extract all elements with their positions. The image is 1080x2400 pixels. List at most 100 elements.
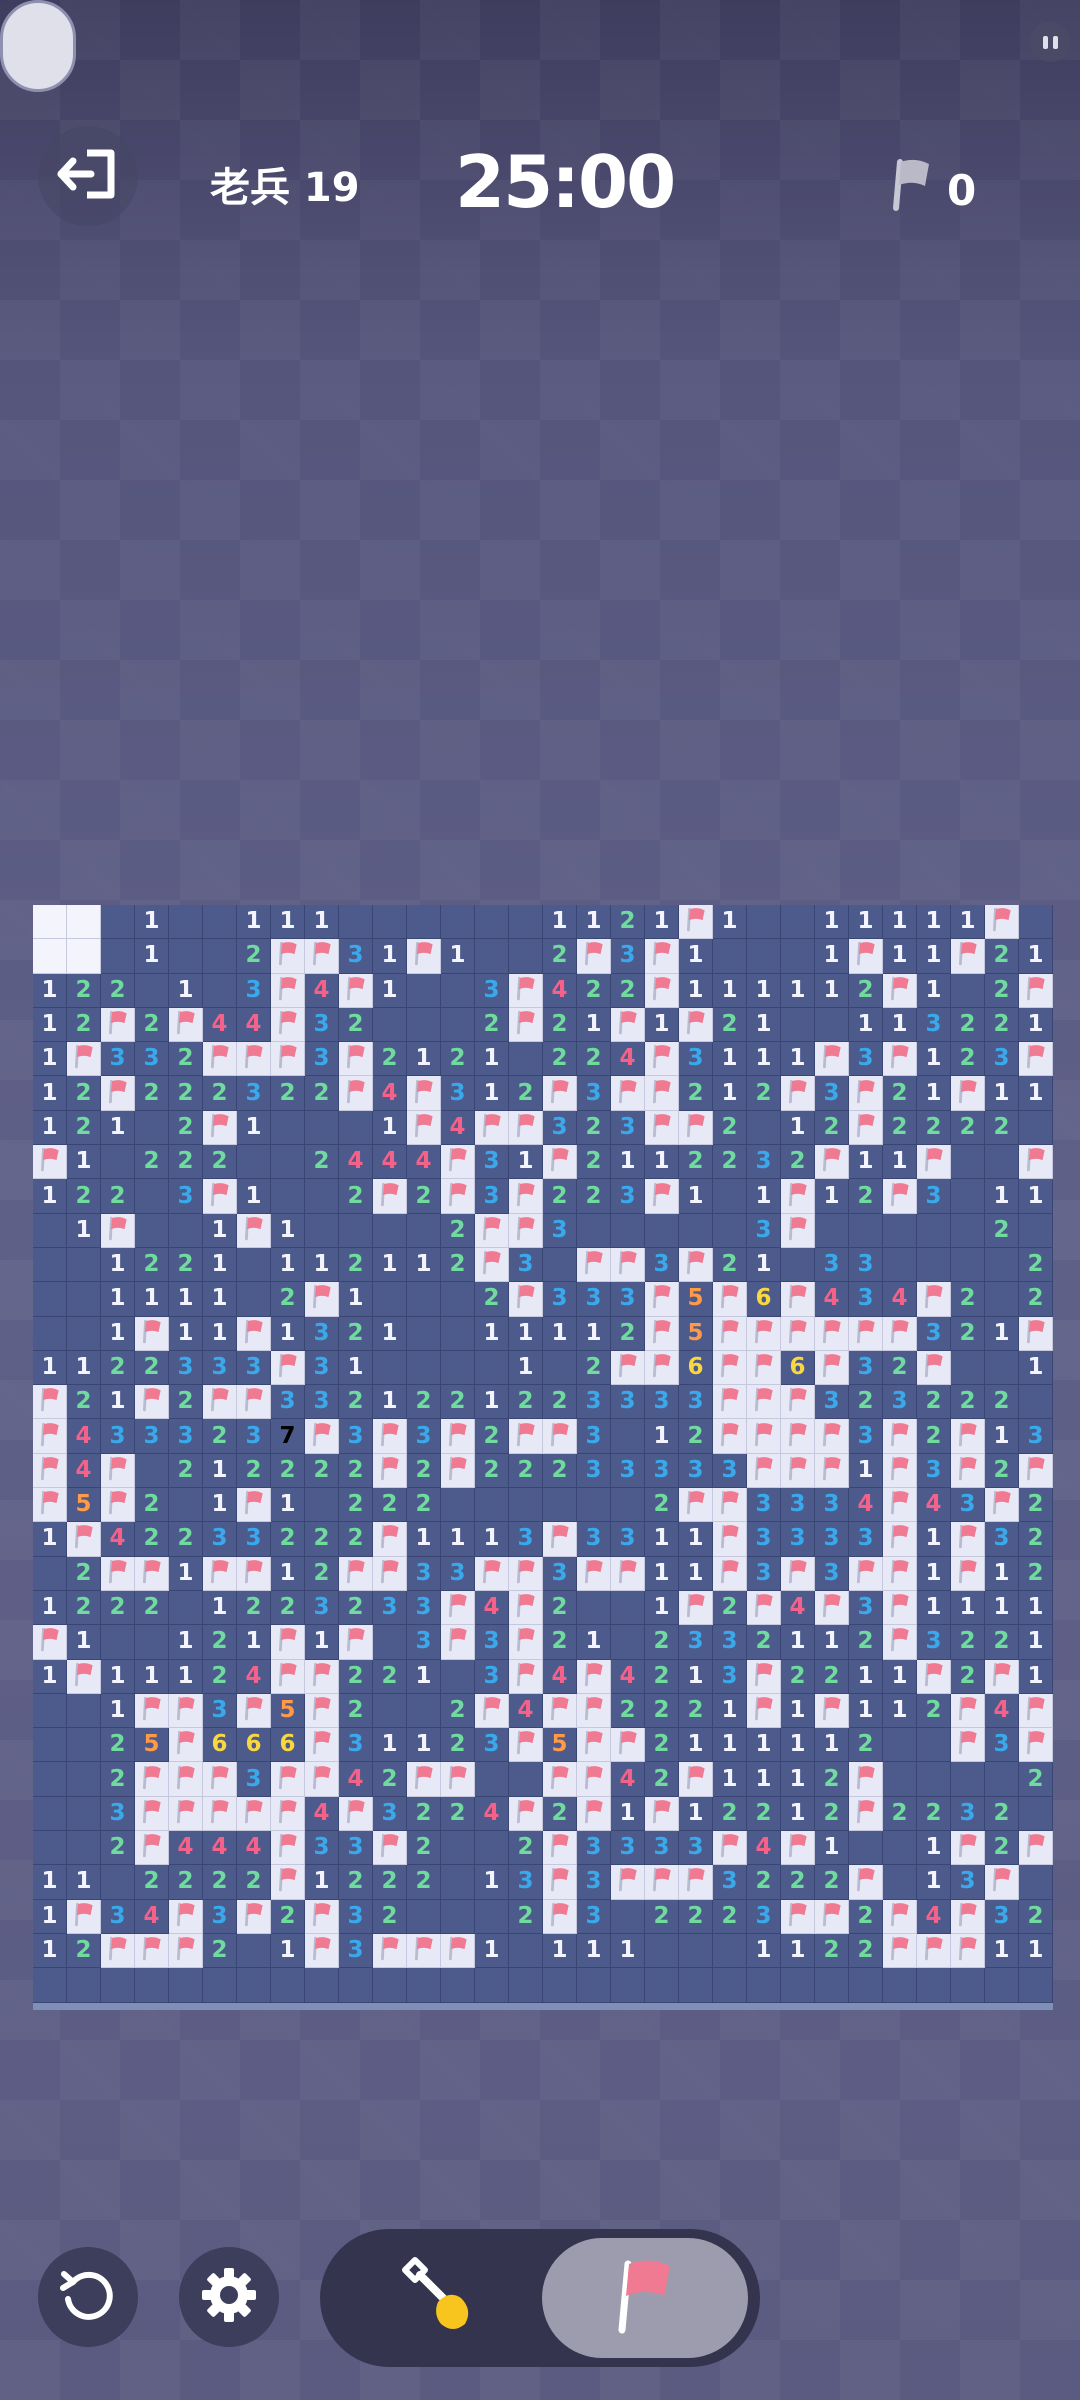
cell-number[interactable]: 3	[441, 1556, 475, 1591]
cell-covered[interactable]	[101, 1145, 135, 1180]
cell-number[interactable]: 3	[611, 1385, 645, 1420]
cell-covered[interactable]	[985, 1762, 1019, 1797]
cell-covered[interactable]	[33, 1247, 67, 1283]
cell-flagged[interactable]	[509, 1110, 543, 1146]
cell-number[interactable]: 2	[849, 973, 883, 1008]
cell-flagged[interactable]	[135, 1796, 169, 1832]
cell-number[interactable]: 3	[747, 1213, 781, 1248]
cell-number[interactable]: 2	[305, 1145, 339, 1180]
cell-flagged[interactable]	[815, 1419, 849, 1454]
cell-number[interactable]: 2	[373, 1865, 407, 1900]
cell-number[interactable]: 3	[305, 1316, 339, 1351]
cell-number[interactable]: 2	[883, 1076, 917, 1111]
cell-number[interactable]: 1	[203, 1590, 237, 1626]
cell-flagged[interactable]	[509, 973, 543, 1008]
cell-number[interactable]: 4	[237, 1659, 271, 1694]
restart-button[interactable]	[38, 2247, 138, 2347]
cell-number[interactable]: 1	[645, 1419, 679, 1454]
cell-number[interactable]: 2	[67, 1385, 101, 1420]
cell-number[interactable]: 3	[577, 1385, 611, 1420]
cell-flagged[interactable]	[407, 1110, 441, 1146]
cell-number[interactable]: 1	[509, 1145, 543, 1180]
cell-number[interactable]: 1	[33, 1933, 67, 1969]
cell-flagged[interactable]	[135, 1831, 169, 1866]
cell-number[interactable]: 1	[1019, 1179, 1053, 1214]
cell-covered[interactable]	[543, 1968, 577, 2003]
cell-covered[interactable]	[713, 1213, 747, 1248]
cell-flagged[interactable]	[951, 1728, 985, 1763]
cell-number[interactable]: 2	[747, 1076, 781, 1111]
cell-number[interactable]: 4	[339, 1145, 373, 1180]
cell-number[interactable]: 2	[679, 1076, 713, 1111]
cell-number[interactable]: 1	[1019, 1350, 1053, 1386]
cell-number[interactable]: 2	[67, 1076, 101, 1111]
cell-number[interactable]: 2	[679, 1693, 713, 1729]
cell-covered[interactable]	[101, 939, 135, 974]
cell-number[interactable]: 3	[781, 1488, 815, 1523]
cell-flagged[interactable]	[543, 1762, 577, 1797]
cell-flagged[interactable]	[373, 1522, 407, 1557]
cell-number[interactable]: 3	[883, 1385, 917, 1420]
cell-number[interactable]: 1	[679, 1556, 713, 1591]
cell-number[interactable]: 1	[883, 905, 917, 940]
cell-flagged[interactable]	[509, 1728, 543, 1763]
cell-covered[interactable]	[169, 905, 203, 940]
cell-covered[interactable]	[135, 1213, 169, 1248]
cell-number[interactable]: 3	[407, 1556, 441, 1591]
cell-number[interactable]: 1	[33, 1865, 67, 1900]
cell-number[interactable]: 3	[543, 1110, 577, 1146]
cell-flagged[interactable]	[203, 1762, 237, 1797]
cell-number[interactable]: 2	[135, 1590, 169, 1626]
cell-number[interactable]: 3	[611, 1110, 645, 1146]
cell-covered[interactable]	[951, 1247, 985, 1283]
cell-flagged[interactable]	[33, 1453, 67, 1489]
cell-number[interactable]: 3	[985, 1522, 1019, 1557]
cell-number[interactable]: 1	[577, 1933, 611, 1969]
cell-covered[interactable]	[849, 1968, 883, 2003]
cell-number[interactable]: 1	[781, 1625, 815, 1660]
cell-number[interactable]: 1	[849, 1693, 883, 1729]
cell-flagged[interactable]	[135, 1762, 169, 1797]
cell-covered[interactable]	[611, 1590, 645, 1626]
cell-number[interactable]: 2	[407, 1453, 441, 1489]
cell-number[interactable]: 1	[543, 1316, 577, 1351]
cell-number[interactable]: 3	[475, 1145, 509, 1180]
cell-number[interactable]: 2	[849, 1728, 883, 1763]
cell-covered[interactable]	[509, 939, 543, 974]
cell-covered[interactable]	[985, 1145, 1019, 1180]
cell-number[interactable]: 3	[917, 1453, 951, 1489]
cell-number[interactable]: 1	[101, 1282, 135, 1317]
cell-number[interactable]: 1	[713, 1042, 747, 1077]
cell-number[interactable]: 1	[815, 973, 849, 1008]
cell-number[interactable]: 1	[679, 1179, 713, 1214]
cell-number[interactable]: 3	[305, 1590, 339, 1626]
cell-number[interactable]: 1	[713, 1076, 747, 1111]
cell-covered[interactable]	[169, 1590, 203, 1626]
cell-number[interactable]: 2	[543, 1796, 577, 1832]
cell-number[interactable]: 1	[33, 1590, 67, 1626]
cell-covered[interactable]	[67, 1968, 101, 2003]
cell-covered[interactable]	[33, 1968, 67, 2003]
cell-number[interactable]: 2	[407, 1865, 441, 1900]
cell-number[interactable]: 2	[339, 1179, 373, 1214]
cell-flagged[interactable]	[305, 1419, 339, 1454]
cell-number[interactable]: 2	[985, 1213, 1019, 1248]
cell-number[interactable]: 1	[203, 1488, 237, 1523]
cell-number[interactable]: 4	[815, 1282, 849, 1317]
cell-flagged[interactable]	[713, 1350, 747, 1386]
cell-number[interactable]: 2	[339, 1453, 373, 1489]
cell-number[interactable]: 2	[951, 1110, 985, 1146]
cell-flagged[interactable]	[679, 1762, 713, 1797]
cell-covered[interactable]	[747, 1968, 781, 2003]
cell-number[interactable]: 3	[747, 1556, 781, 1591]
cell-number[interactable]: 3	[407, 1590, 441, 1626]
cell-flagged[interactable]	[373, 1831, 407, 1866]
cell-number[interactable]: 3	[475, 973, 509, 1008]
cell-number[interactable]: 2	[577, 1179, 611, 1214]
cell-covered[interactable]	[543, 1350, 577, 1386]
cell-number[interactable]: 3	[849, 1522, 883, 1557]
cell-flagged[interactable]	[1019, 973, 1053, 1008]
cell-flagged[interactable]	[373, 1933, 407, 1969]
cell-number[interactable]: 4	[203, 1007, 237, 1043]
cell-number[interactable]: 2	[441, 1728, 475, 1763]
